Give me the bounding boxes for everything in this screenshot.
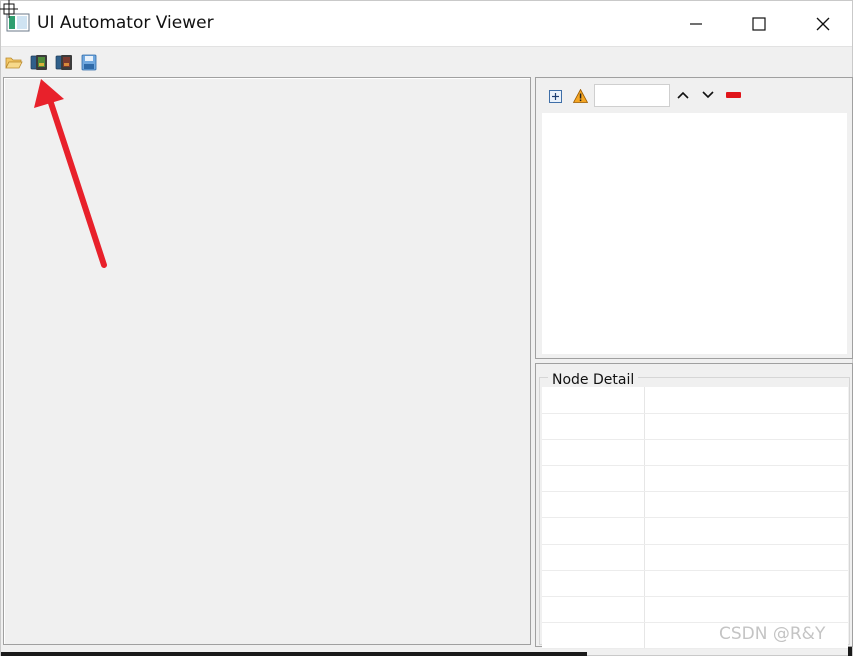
node-detail-group: Node Detail bbox=[539, 371, 850, 650]
title-bar[interactable]: UI Automator Viewer bbox=[1, 1, 852, 46]
resize-grip[interactable] bbox=[848, 647, 852, 656]
table-row[interactable] bbox=[542, 517, 848, 545]
node-detail-pane: Node Detail bbox=[535, 363, 853, 650]
table-cell bbox=[644, 570, 848, 598]
window-title: UI Automator Viewer bbox=[37, 13, 214, 33]
table-row[interactable] bbox=[542, 465, 848, 493]
hierarchy-pane bbox=[535, 77, 853, 359]
clear-icon[interactable] bbox=[726, 92, 741, 98]
minimize-icon bbox=[690, 22, 702, 25]
table-row[interactable] bbox=[542, 570, 848, 598]
table-row[interactable] bbox=[542, 596, 848, 624]
table-row[interactable] bbox=[542, 413, 848, 440]
table-row[interactable] bbox=[542, 439, 848, 467]
table-cell bbox=[644, 596, 848, 624]
node-detail-table[interactable] bbox=[542, 387, 848, 650]
table-cell bbox=[644, 413, 848, 440]
table-cell bbox=[542, 570, 645, 598]
warning-icon[interactable] bbox=[573, 89, 588, 103]
minimize-button[interactable] bbox=[673, 1, 719, 46]
maximize-icon bbox=[752, 16, 766, 31]
open-folder-icon[interactable] bbox=[5, 54, 23, 71]
screenshot-pane[interactable] bbox=[3, 77, 531, 645]
table-cell bbox=[542, 491, 645, 519]
table-cell bbox=[542, 413, 645, 440]
taskbar-strip bbox=[1, 652, 587, 656]
table-cell bbox=[542, 596, 645, 624]
hierarchy-toolbar bbox=[536, 78, 852, 112]
table-cell bbox=[644, 439, 848, 467]
close-icon bbox=[816, 17, 830, 30]
maximize-button[interactable] bbox=[736, 1, 782, 46]
close-button[interactable] bbox=[800, 1, 846, 46]
device-screenshot-compressed-icon[interactable] bbox=[55, 54, 73, 71]
table-cell bbox=[644, 465, 848, 493]
table-row[interactable] bbox=[542, 387, 848, 414]
main-toolbar bbox=[1, 46, 852, 75]
search-input[interactable] bbox=[594, 84, 670, 107]
table-cell bbox=[542, 387, 645, 414]
next-arrow-icon[interactable] bbox=[701, 90, 715, 100]
table-cell bbox=[542, 439, 645, 467]
table-cell bbox=[542, 544, 645, 571]
table-row[interactable] bbox=[542, 491, 848, 519]
expand-all-icon[interactable] bbox=[549, 90, 562, 103]
previous-arrow-icon[interactable] bbox=[676, 90, 690, 100]
table-cell bbox=[542, 622, 645, 650]
table-cell bbox=[644, 517, 848, 545]
table-row[interactable] bbox=[542, 544, 848, 571]
app-window: UI Automator Viewer Node Detail CSDN @R&… bbox=[0, 0, 853, 656]
table-cell bbox=[644, 491, 848, 519]
save-icon[interactable] bbox=[80, 54, 98, 71]
watermark: CSDN @R&Y bbox=[719, 624, 826, 644]
device-screenshot-icon[interactable] bbox=[30, 54, 48, 71]
table-cell bbox=[644, 387, 848, 414]
table-cell bbox=[644, 544, 848, 571]
table-cell bbox=[542, 465, 645, 493]
move-cursor-icon bbox=[0, 0, 18, 18]
hierarchy-tree[interactable] bbox=[542, 113, 847, 354]
table-cell bbox=[542, 517, 645, 545]
